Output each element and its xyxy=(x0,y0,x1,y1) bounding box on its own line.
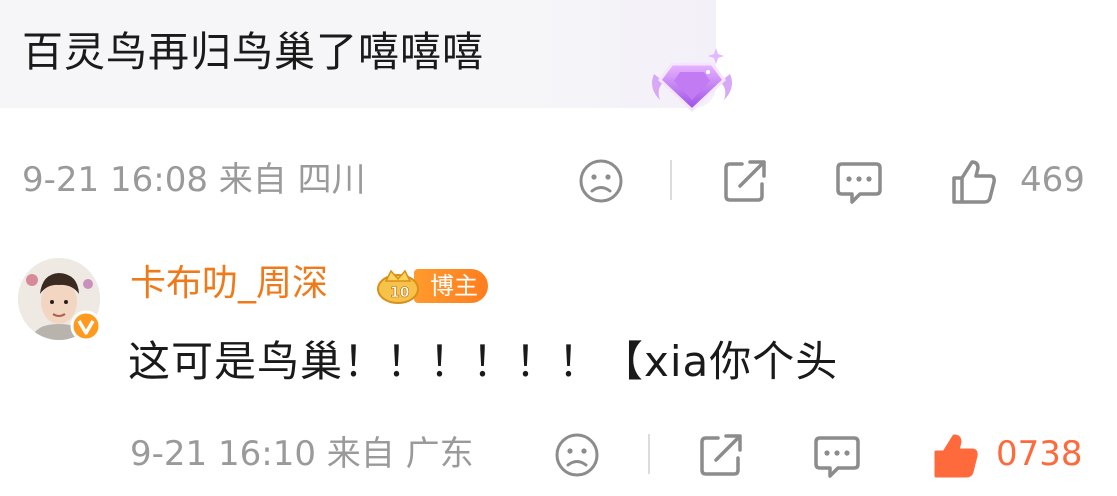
sad-face-icon[interactable] xyxy=(552,430,602,480)
top-comment-like-count: 469 xyxy=(1020,160,1085,200)
top-comment-actions: 9-21 16:08 来自 四川 469 xyxy=(0,150,1117,210)
comment-icon[interactable] xyxy=(812,430,862,480)
share-icon[interactable] xyxy=(720,156,770,206)
reply-actions: 9-21 16:10 来自 广东 0738 xyxy=(0,424,1117,484)
reply-text: 这可是鸟巢！！！！！！【xia你个头 xyxy=(128,337,839,386)
divider xyxy=(648,434,650,474)
comment-icon[interactable] xyxy=(834,156,884,206)
sad-face-icon[interactable] xyxy=(576,156,626,206)
diamond-gem-icon xyxy=(652,48,732,113)
thumbs-up-icon[interactable] xyxy=(930,430,980,480)
share-icon[interactable] xyxy=(696,430,746,480)
crown-badge-icon: 10 xyxy=(377,269,419,304)
reply-username[interactable]: 卡布叻_周深 xyxy=(130,262,328,306)
reply-meta: 9-21 16:10 来自 广东 xyxy=(130,434,474,474)
reply-like-count: 0738 xyxy=(996,434,1083,474)
thumbs-up-icon[interactable] xyxy=(948,156,998,206)
top-comment-bubble: 百灵鸟再归鸟巢了嘻嘻嘻 xyxy=(0,0,716,108)
svg-text:10: 10 xyxy=(390,285,410,301)
top-comment-meta: 9-21 16:08 来自 四川 xyxy=(22,160,366,200)
top-comment-text: 百灵鸟再归鸟巢了嘻嘻嘻 xyxy=(22,28,484,76)
divider xyxy=(670,160,672,200)
verified-v-icon xyxy=(70,310,102,342)
